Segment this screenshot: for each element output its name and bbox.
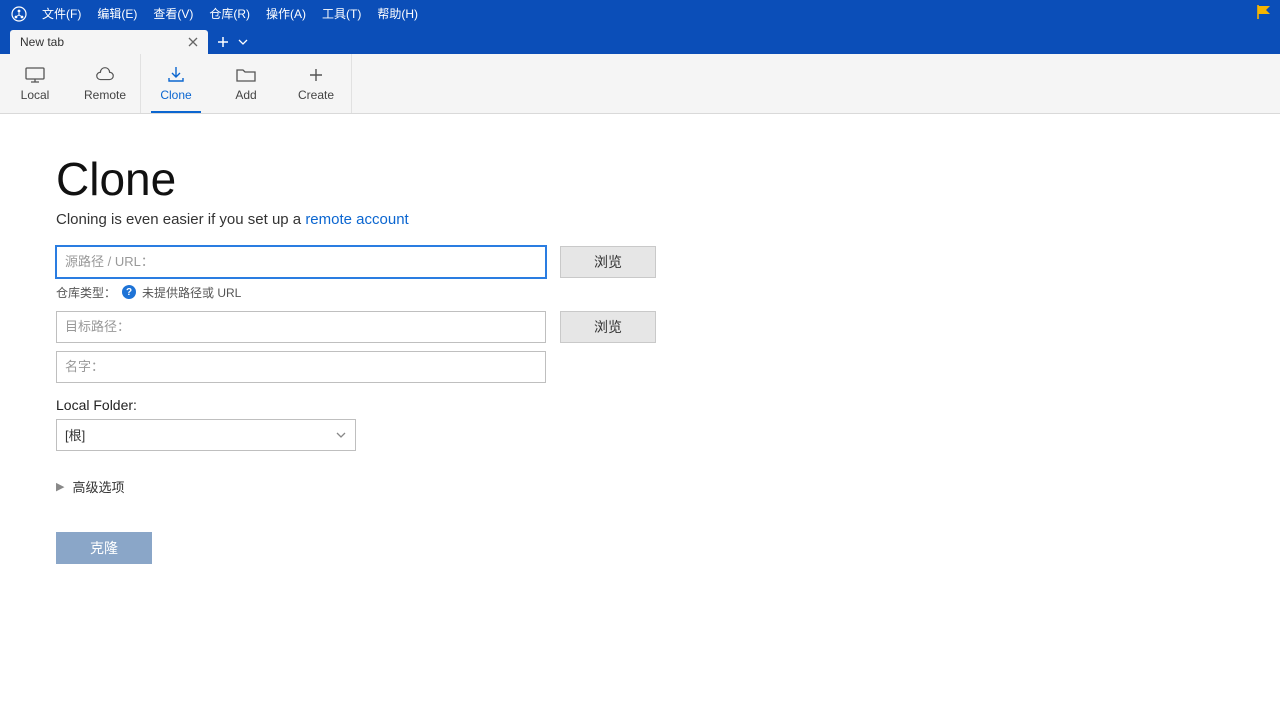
toolbar-add-button[interactable]: Add: [211, 54, 281, 113]
menu-help[interactable]: 帮助(H): [369, 1, 426, 26]
page-subtitle: Cloning is even easier if you set up a r…: [56, 211, 1280, 228]
app-logo-icon: [10, 5, 28, 23]
info-icon: ?: [122, 285, 136, 299]
toolbar-label: Create: [298, 88, 334, 102]
toolbar-remote-button[interactable]: Remote: [70, 54, 140, 113]
toolbar-label: Remote: [84, 88, 126, 102]
notification-flag-icon[interactable]: [1250, 0, 1280, 24]
menu-action[interactable]: 操作(A): [258, 1, 314, 26]
advanced-options-toggle[interactable]: ▶ 高级选项: [56, 477, 656, 496]
chevron-down-icon: [335, 427, 347, 442]
toolbar-clone-button[interactable]: Clone: [141, 54, 211, 113]
subtitle-text: Cloning is even easier if you set up a: [56, 211, 305, 228]
local-folder-select[interactable]: [根]: [56, 419, 356, 451]
tabbar: New tab: [0, 27, 1280, 54]
toolbar-create-button[interactable]: Create: [281, 54, 351, 113]
plus-icon: [305, 66, 327, 84]
tab-dropdown-icon[interactable]: [234, 31, 252, 53]
toolbar-label: Add: [235, 88, 256, 102]
cloud-icon: [94, 66, 116, 84]
clone-submit-button[interactable]: 克隆: [56, 532, 152, 564]
local-folder-value: [根]: [65, 425, 85, 444]
clone-panel: Clone Cloning is even easier if you set …: [0, 114, 1280, 564]
monitor-icon: [24, 66, 46, 84]
download-icon: [165, 66, 187, 84]
folder-open-icon: [235, 66, 257, 84]
advanced-label: 高级选项: [72, 477, 124, 496]
tab-new[interactable]: New tab: [10, 30, 208, 54]
name-input[interactable]: [56, 351, 546, 383]
clone-form: 浏览 仓库类型： ? 未提供路径或 URL 浏览 Local Folder: […: [56, 246, 656, 564]
menu-repo[interactable]: 仓库(R): [201, 1, 258, 26]
menu-edit[interactable]: 编辑(E): [89, 1, 145, 26]
browse-source-button[interactable]: 浏览: [560, 246, 656, 278]
browse-destination-button[interactable]: 浏览: [560, 311, 656, 343]
menu-file[interactable]: 文件(F): [34, 1, 89, 26]
tab-close-icon[interactable]: [186, 35, 200, 49]
destination-path-input[interactable]: [56, 311, 546, 343]
repo-type-line: 仓库类型： ? 未提供路径或 URL: [56, 284, 656, 301]
toolbar-local-button[interactable]: Local: [0, 54, 70, 113]
toolbar-label: Clone: [160, 88, 191, 102]
menubar: 文件(F) 编辑(E) 查看(V) 仓库(R) 操作(A) 工具(T) 帮助(H…: [0, 0, 1280, 27]
toolbar-label: Local: [21, 88, 50, 102]
chevron-right-icon: ▶: [56, 480, 64, 493]
repo-type-label: 仓库类型：: [56, 284, 116, 301]
menu-tools[interactable]: 工具(T): [314, 1, 369, 26]
source-url-input[interactable]: [56, 246, 546, 278]
page-title: Clone: [56, 154, 1280, 205]
menu-view[interactable]: 查看(V): [145, 1, 201, 26]
toolbar: Local Remote Clone Add Create: [0, 54, 1280, 114]
remote-account-link[interactable]: remote account: [305, 211, 408, 228]
tab-add-icon[interactable]: [212, 31, 234, 53]
tab-label: New tab: [20, 35, 186, 49]
repo-type-value: 未提供路径或 URL: [142, 284, 241, 301]
local-folder-label: Local Folder:: [56, 397, 656, 413]
